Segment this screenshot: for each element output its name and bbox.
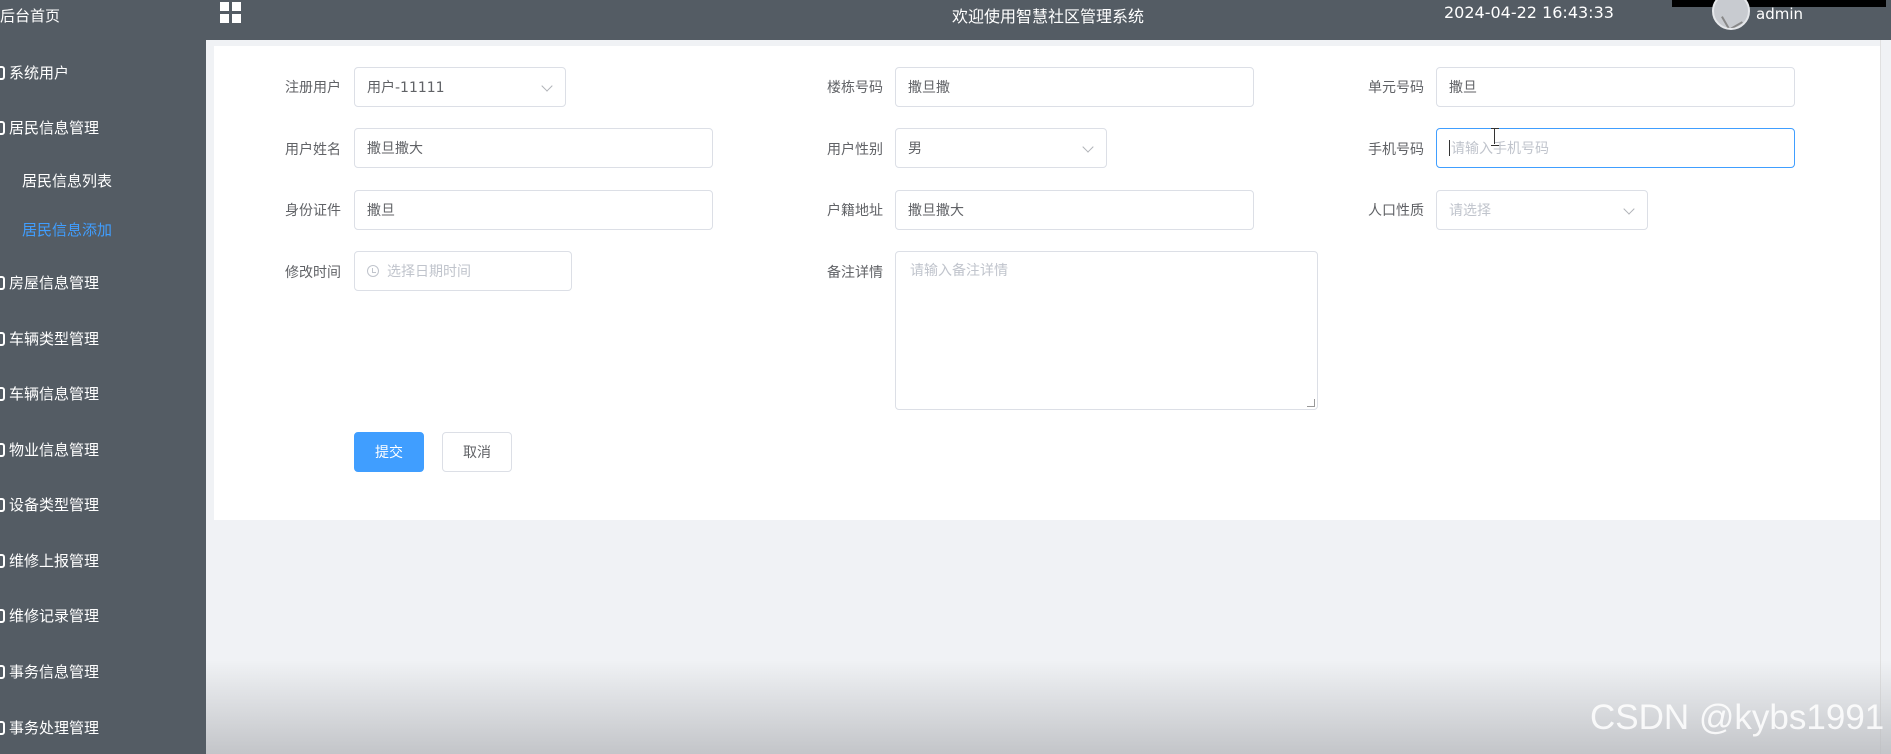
sidebar-item-label: 维修记录管理 [9,607,100,625]
folder-icon [0,664,5,679]
folder-icon [0,553,5,568]
folder-icon [0,331,5,346]
id-card-label: 身份证件 [285,203,341,219]
sidebar-item-label: 车辆信息管理 [9,385,100,403]
folder-icon [0,497,5,512]
modify-time-placeholder: 选择日期时间 [387,264,471,280]
id-card-value: 撒旦 [367,203,395,219]
sidebar-item-label: 居民信息管理 [9,119,100,137]
register-user-value: 用户-11111 [367,80,445,96]
sidebar-item-resident-management[interactable]: 居民信息管理 [0,117,206,138]
chevron-down-icon [1082,141,1094,153]
chevron-down-icon [1623,203,1635,215]
sidebar-item-label: 后台首页 [0,7,61,25]
scrollbar[interactable] [1880,40,1891,754]
sidebar-item-label: 维修上报管理 [9,552,100,570]
clock-icon [367,265,379,277]
sidebar-item-label: 事务信息管理 [9,663,100,681]
username[interactable]: admin [1756,5,1803,23]
sidebar-item-label: 居民信息添加 [22,221,113,239]
sidebar-item-label: 车辆类型管理 [9,330,100,348]
building-no-input[interactable]: 撒旦撒 [895,67,1254,107]
submit-button[interactable]: 提交 [354,432,424,472]
unit-no-label: 单元号码 [1368,80,1424,96]
folder-icon [0,275,5,290]
sidebar-item-device-type-management[interactable]: 设备类型管理 [0,494,206,515]
sidebar-item-label: 事务处理管理 [9,719,100,737]
remarks-textarea[interactable]: 请输入备注详情 [895,251,1318,410]
sidebar-item-resident-list[interactable]: 居民信息列表 [0,170,206,191]
gender-label: 用户性别 [827,142,883,158]
grid-icon[interactable] [220,2,242,24]
sidebar-item-affairs-info-management[interactable]: 事务信息管理 [0,661,206,682]
remarks-label: 备注详情 [827,265,883,281]
sidebar-item-repair-report-management[interactable]: 维修上报管理 [0,550,206,571]
register-user-select[interactable]: 用户-11111 [354,67,566,107]
sidebar-item-label: 房屋信息管理 [9,274,100,292]
user-name-label: 用户姓名 [285,142,341,158]
chevron-down-icon [541,80,553,92]
sidebar-item-label: 居民信息列表 [22,172,113,190]
phone-label: 手机号码 [1368,142,1424,158]
gender-value: 男 [908,141,922,157]
sidebar-item-vehicle-info-management[interactable]: 车辆信息管理 [0,383,206,404]
sidebar-item-vehicle-type-management[interactable]: 车辆类型管理 [0,328,206,349]
sidebar-item-label: 设备类型管理 [9,496,100,514]
register-user-label: 注册用户 [285,80,341,96]
sidebar-item-resident-add[interactable]: 居民信息添加 [0,219,206,240]
avatar[interactable] [1712,0,1750,30]
watermark: CSDN @kybs1991 [1590,698,1885,737]
current-datetime: 2024-04-22 16:43:33 [1444,3,1614,22]
remarks-placeholder: 请输入备注详情 [910,263,1008,279]
sidebar-item-house-management[interactable]: 房屋信息管理 [0,272,206,293]
folder-icon [0,120,5,135]
id-card-input[interactable]: 撒旦 [354,190,713,230]
unit-no-input[interactable]: 撒旦 [1436,67,1795,107]
modify-time-label: 修改时间 [285,265,341,281]
building-no-label: 楼栋号码 [827,80,883,96]
sidebar-item-affairs-processing-management[interactable]: 事务处理管理 [0,717,206,738]
sidebar-item-home[interactable]: 后台首页 [0,5,206,26]
sidebar-item-label: 系统用户 [9,64,70,82]
population-type-select[interactable]: 请选择 [1436,190,1648,230]
app-title: 欢迎使用智慧社区管理系统 [952,7,1145,26]
building-no-value: 撒旦撒 [908,80,950,96]
sidebar-item-system-users[interactable]: 系统用户 [0,62,206,83]
population-type-label: 人口性质 [1368,203,1424,219]
phone-input[interactable]: 请输入手机号码 [1436,128,1795,168]
resident-form-panel: 注册用户 用户-11111 楼栋号码 撒旦撒 单元号码 撒旦 用户姓名 撒旦撒大… [214,46,1880,520]
folder-icon [0,442,5,457]
population-type-placeholder: 请选择 [1449,203,1491,219]
sidebar-item-repair-record-management[interactable]: 维修记录管理 [0,605,206,626]
folder-icon [0,720,5,735]
top-header: 欢迎使用智慧社区管理系统 2024-04-22 16:43:33 admin [206,0,1891,40]
household-address-input[interactable]: 撒旦撒大 [895,190,1254,230]
folder-icon [0,386,5,401]
sidebar-item-property-management[interactable]: 物业信息管理 [0,439,206,460]
modify-time-picker[interactable]: 选择日期时间 [354,251,572,291]
folder-icon [0,608,5,623]
sidebar: 后台首页 系统用户 居民信息管理 居民信息列表 居民信息添加 房屋信息管理 车辆… [0,0,206,754]
household-address-value: 撒旦撒大 [908,203,964,219]
resize-handle-icon[interactable] [1307,399,1315,407]
unit-no-value: 撒旦 [1449,80,1477,96]
text-caret [1449,140,1450,156]
user-name-value: 撒旦撒大 [367,141,423,157]
cancel-button[interactable]: 取消 [442,432,512,472]
user-name-input[interactable]: 撒旦撒大 [354,128,713,168]
sidebar-item-label: 物业信息管理 [9,441,100,459]
ibeam-cursor-icon [1491,128,1499,146]
phone-placeholder: 请输入手机号码 [1451,141,1549,157]
gender-select[interactable]: 男 [895,128,1107,168]
user-icon [0,65,5,80]
household-address-label: 户籍地址 [827,203,883,219]
